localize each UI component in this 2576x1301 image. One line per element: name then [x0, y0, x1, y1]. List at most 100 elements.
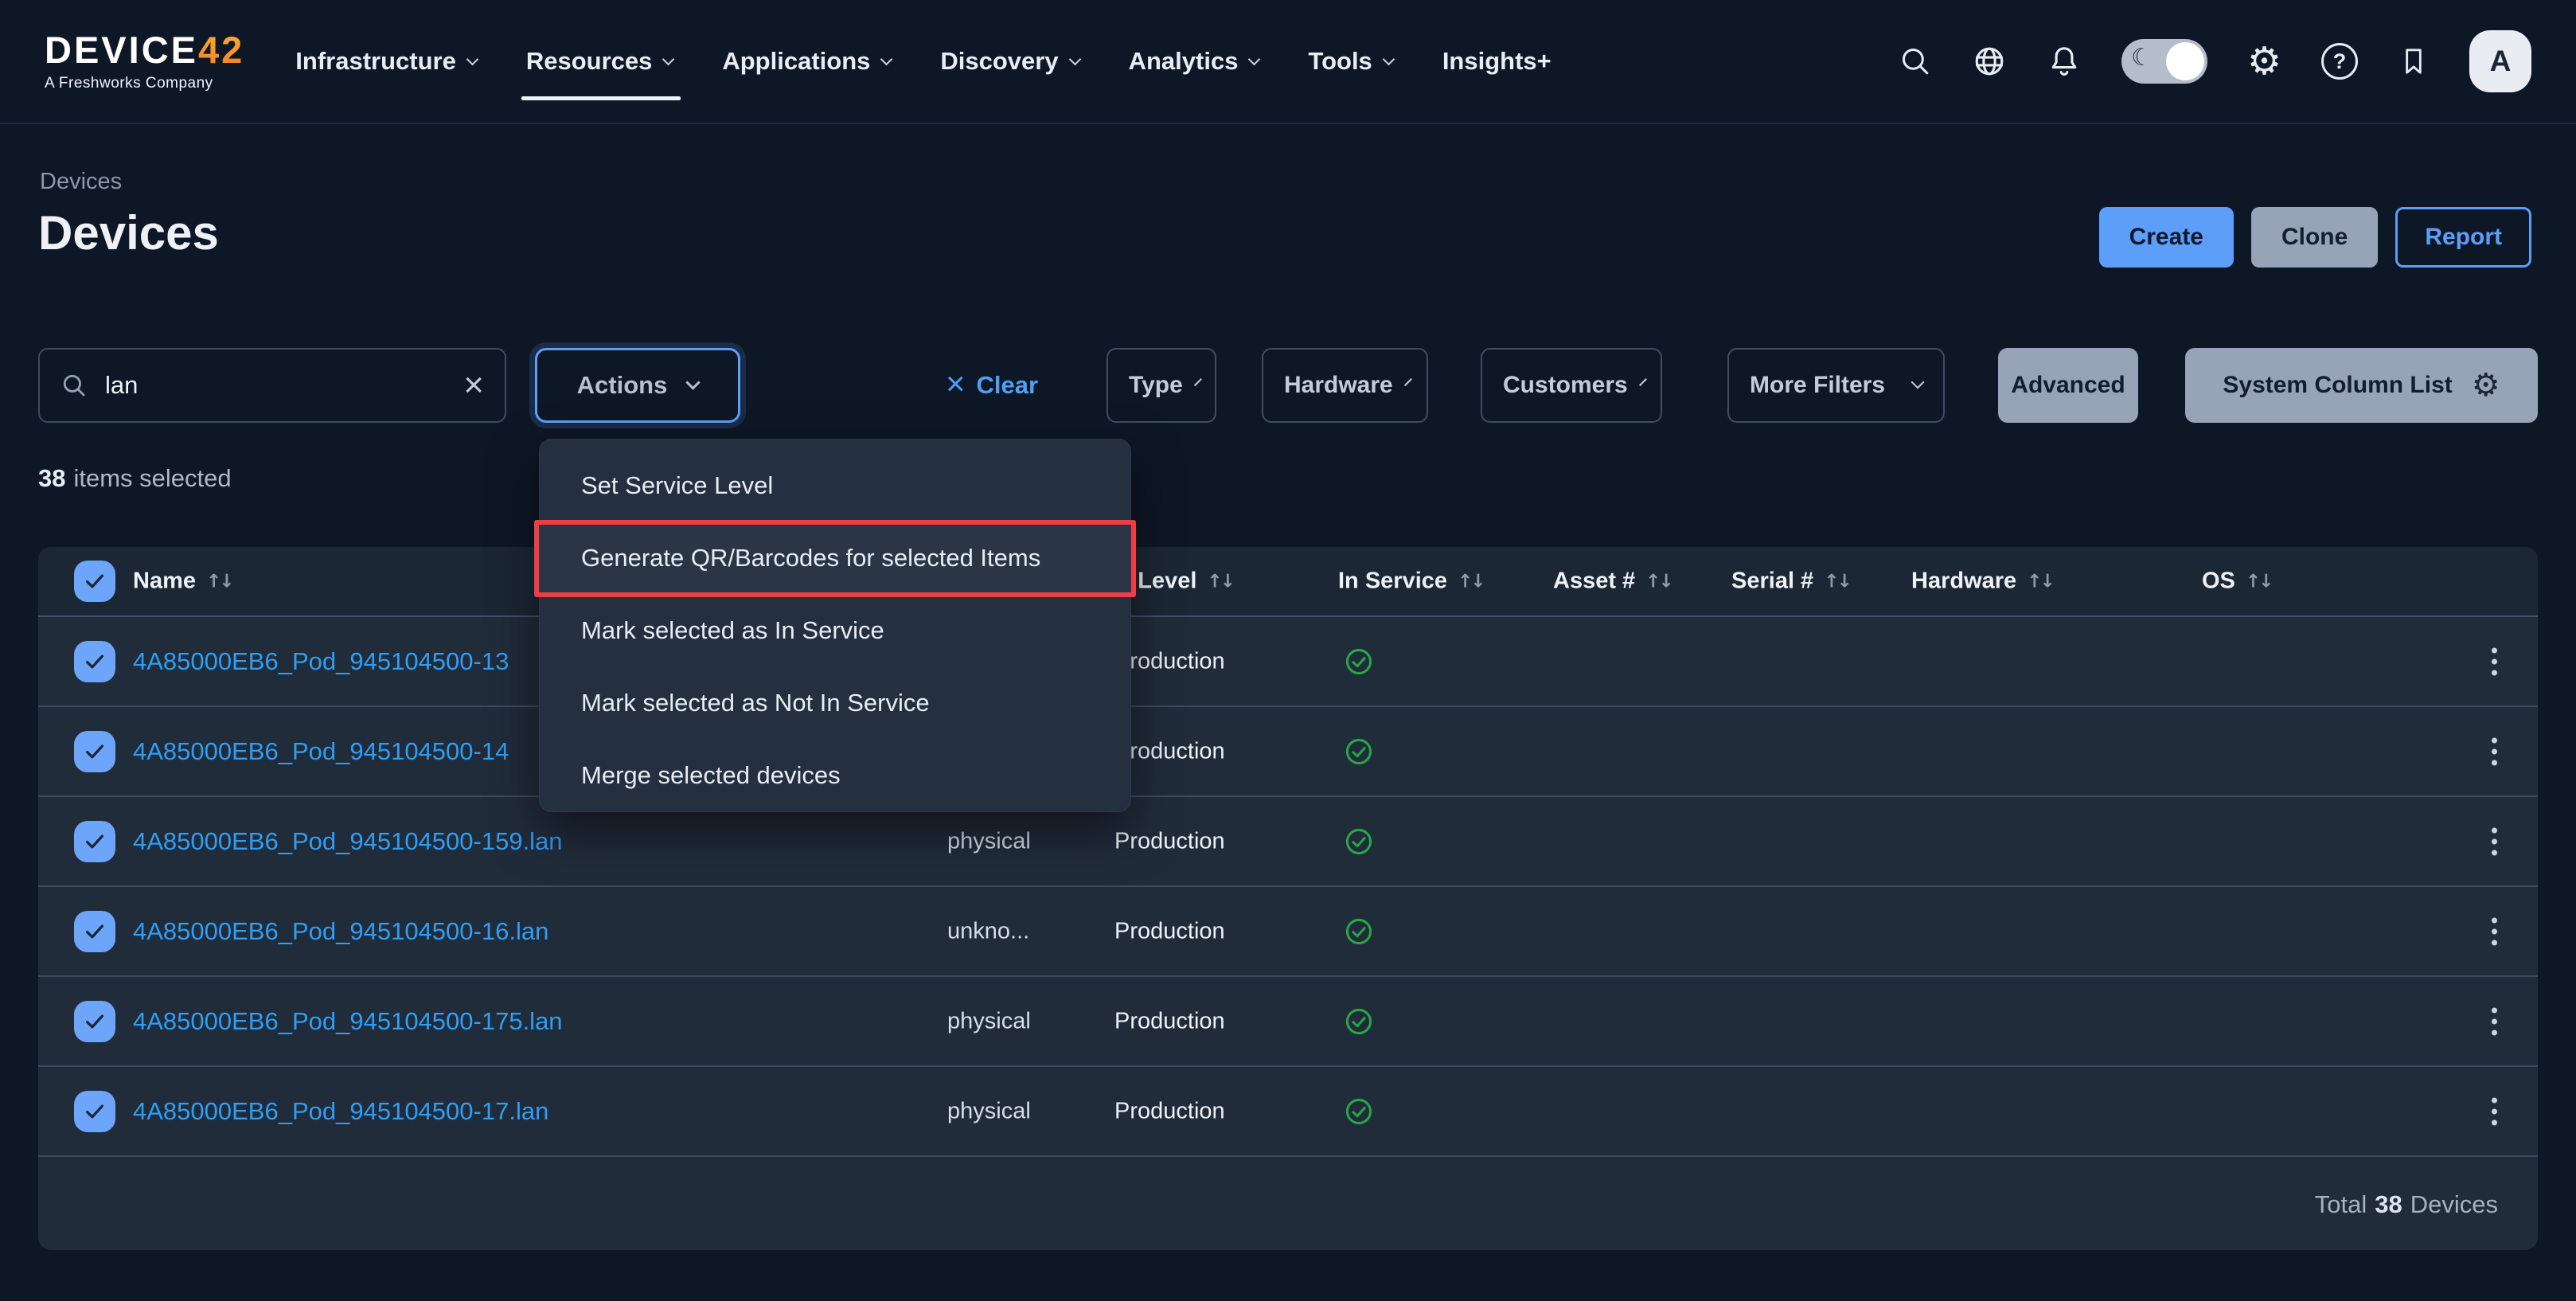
notifications-bell-icon[interactable]: [2047, 44, 2082, 79]
device-name-link[interactable]: 4A85000EB6_Pod_945104500-13: [133, 647, 509, 676]
report-button[interactable]: Report: [2395, 207, 2531, 268]
check-icon: [86, 574, 103, 588]
table-row: 4A85000EB6_Pod_945104500-13 Production: [38, 617, 2538, 707]
device42-logo[interactable]: DEVICE42 A Freshworks Company: [45, 31, 244, 92]
device-name-link[interactable]: 4A85000EB6_Pod_945104500-159.lan: [133, 827, 563, 856]
menu-item-generate-qr-barcodes[interactable]: Generate QR/Barcodes for selected Items: [540, 522, 1130, 594]
column-header-asset[interactable]: Asset # ↑↓: [1553, 568, 1674, 595]
top-navigation-bar: DEVICE42 A Freshworks Company Infrastruc…: [0, 0, 2576, 124]
hardware-filter-dropdown[interactable]: Hardware: [1262, 348, 1428, 423]
row-menu-kebab[interactable]: [2484, 639, 2505, 683]
device-name-link[interactable]: 4A85000EB6_Pod_945104500-17.lan: [133, 1097, 548, 1126]
nav-item-applications[interactable]: Applications: [722, 47, 893, 76]
check-icon: [86, 1014, 103, 1028]
device-type: unkno...: [947, 918, 1030, 944]
check-icon: [86, 654, 103, 668]
nav-item-discovery[interactable]: Discovery: [940, 47, 1081, 76]
filter-bar: × Actions × Clear Type Hardware Customer…: [38, 348, 2538, 423]
chevron-down-icon: [1248, 53, 1261, 65]
in-service-check-icon: [1344, 916, 1374, 947]
settings-gear-icon[interactable]: ⚙: [2247, 42, 2281, 80]
menu-item-mark-not-in-service[interactable]: Mark selected as Not In Service: [540, 666, 1130, 739]
topbar-icons: ☾ ⚙ ? A: [1899, 30, 2531, 92]
in-service-check-icon: [1344, 1096, 1374, 1127]
row-checkbox[interactable]: [74, 1000, 115, 1042]
column-header-hardware[interactable]: Hardware ↑↓: [1911, 568, 2055, 595]
row-checkbox[interactable]: [74, 910, 115, 952]
check-icon: [86, 1104, 103, 1118]
create-button[interactable]: Create: [2098, 207, 2234, 268]
device-name-link[interactable]: 4A85000EB6_Pod_945104500-14: [133, 737, 509, 766]
service-level: Production: [1114, 918, 1225, 944]
table-row: 4A85000EB6_Pod_945104500-17.lan physical…: [38, 1067, 2538, 1157]
system-column-list-button[interactable]: System Column List ⚙: [2185, 348, 2538, 423]
type-filter-dropdown[interactable]: Type: [1107, 348, 1216, 423]
chevron-down-icon: [1068, 53, 1081, 65]
clear-x-icon: ×: [946, 365, 966, 402]
select-all-checkbox[interactable]: [74, 561, 115, 602]
bookmark-icon[interactable]: [2398, 44, 2430, 79]
customers-filter-dropdown[interactable]: Customers: [1481, 348, 1662, 423]
menu-item-set-service-level[interactable]: Set Service Level: [540, 449, 1130, 522]
row-checkbox[interactable]: [74, 1090, 115, 1132]
column-header-os[interactable]: OS ↑↓: [2202, 568, 2274, 595]
device-name-link[interactable]: 4A85000EB6_Pod_945104500-175.lan: [133, 1007, 563, 1036]
avatar[interactable]: A: [2469, 30, 2531, 92]
moon-icon: ☾: [2130, 44, 2153, 72]
row-menu-kebab[interactable]: [2484, 909, 2505, 953]
clear-search-icon[interactable]: ×: [463, 368, 484, 403]
actions-dropdown-button[interactable]: Actions: [535, 348, 740, 423]
row-menu-kebab[interactable]: [2484, 819, 2505, 863]
table-row: 4A85000EB6_Pod_945104500-159.lan physica…: [38, 797, 2538, 887]
chevron-down-icon: [1382, 53, 1395, 65]
check-icon: [86, 744, 103, 758]
in-service-check-icon: [1344, 647, 1374, 677]
search-input[interactable]: [105, 371, 447, 400]
row-checkbox[interactable]: [74, 730, 115, 772]
menu-item-merge-selected[interactable]: Merge selected devices: [540, 739, 1130, 811]
devices-table-card: Name↑↓ Service Level↑↓ In Service↑↓ Asse…: [38, 547, 2538, 1250]
search-icon[interactable]: [1899, 45, 1932, 78]
chevron-down-icon: [1403, 378, 1412, 386]
sort-icon: ↑↓: [2245, 571, 2274, 592]
selected-count: 38 items selected: [38, 464, 232, 492]
row-menu-kebab[interactable]: [2484, 1089, 2505, 1133]
table-row: 4A85000EB6_Pod_945104500-16.lan unkno...…: [38, 887, 2538, 977]
device-type: physical: [947, 1098, 1031, 1123]
row-menu-kebab[interactable]: [2484, 729, 2505, 773]
help-icon[interactable]: ?: [2321, 43, 2358, 80]
nav-item-analytics[interactable]: Analytics: [1129, 47, 1261, 76]
row-checkbox[interactable]: [74, 640, 115, 682]
chevron-down-icon: [1638, 378, 1647, 386]
advanced-button[interactable]: Advanced: [1998, 348, 2138, 423]
sort-icon: ↑↓: [1645, 571, 1674, 592]
chevron-down-icon: [685, 374, 701, 390]
nav-item-insights[interactable]: Insights+: [1442, 47, 1551, 76]
row-menu-kebab[interactable]: [2484, 999, 2505, 1043]
device-name-link[interactable]: 4A85000EB6_Pod_945104500-16.lan: [133, 917, 548, 946]
clear-filters-button[interactable]: × Clear: [946, 348, 1038, 423]
nav-item-tools[interactable]: Tools: [1308, 47, 1395, 76]
column-header-serial[interactable]: Serial # ↑↓: [1731, 568, 1852, 595]
clone-button[interactable]: Clone: [2250, 207, 2379, 268]
breadcrumb[interactable]: Devices: [40, 169, 122, 195]
toggle-knob: [2165, 42, 2204, 80]
sort-icon: ↑↓: [1824, 571, 1852, 592]
table-row: 4A85000EB6_Pod_945104500-175.lan physica…: [38, 977, 2538, 1067]
globe-icon[interactable]: [1972, 44, 2007, 79]
column-header-in-service[interactable]: In Service ↑↓: [1338, 568, 1486, 595]
theme-toggle[interactable]: ☾: [2121, 39, 2207, 84]
actions-dropdown-menu: Set Service Level Generate QR/Barcodes f…: [534, 439, 1136, 812]
search-box[interactable]: ×: [38, 348, 506, 423]
in-service-check-icon: [1344, 736, 1374, 767]
service-level: Production: [1114, 1008, 1225, 1033]
nav-item-resources[interactable]: Resources: [521, 47, 681, 100]
nav-item-infrastructure[interactable]: Infrastructure: [295, 47, 479, 76]
check-icon: [86, 834, 103, 848]
column-header-name[interactable]: Name ↑↓: [133, 568, 235, 595]
chevron-down-icon: [466, 53, 479, 65]
row-checkbox[interactable]: [74, 820, 115, 862]
menu-item-mark-in-service[interactable]: Mark selected as In Service: [540, 594, 1130, 666]
device-type: physical: [947, 828, 1031, 854]
more-filters-dropdown[interactable]: More Filters: [1727, 348, 1945, 423]
